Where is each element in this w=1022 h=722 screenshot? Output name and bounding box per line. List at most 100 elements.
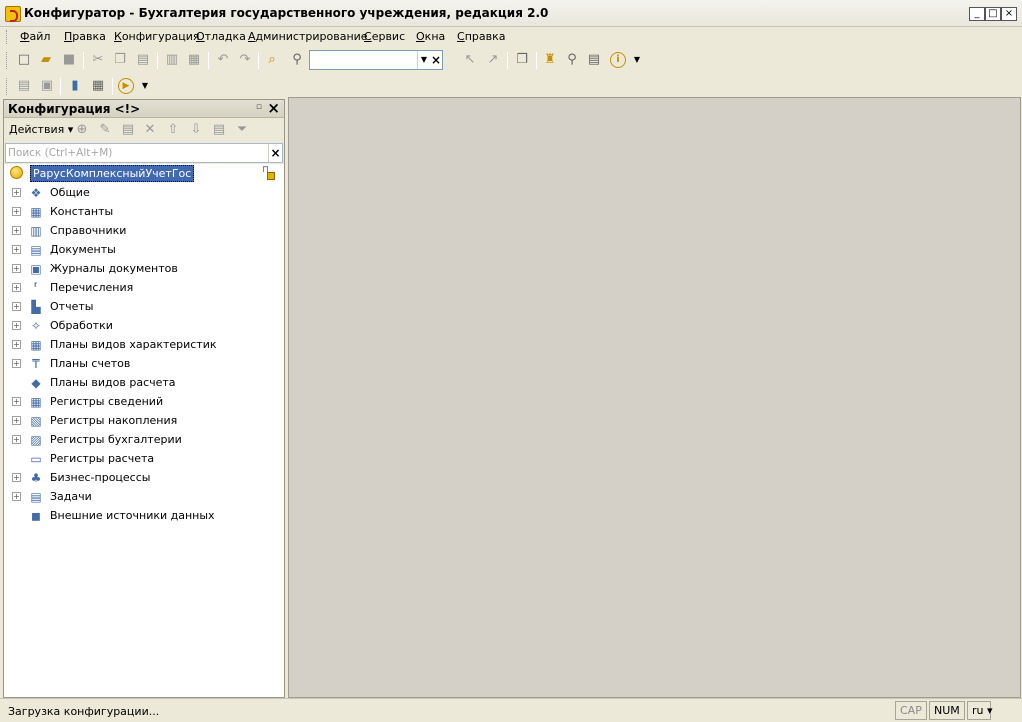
- menu-help[interactable]: Справка: [457, 30, 505, 43]
- expand-icon[interactable]: +: [12, 416, 21, 425]
- toolbar-overflow-icon[interactable]: ▼: [629, 52, 645, 68]
- filter-icon[interactable]: ⏷: [234, 122, 250, 138]
- filter-input[interactable]: [6, 144, 268, 162]
- tree-item[interactable]: ◼ Внешние источники данных: [4, 506, 284, 525]
- tree-item[interactable]: + ▨ Регистры бухгалтерии: [4, 430, 284, 449]
- expand-icon[interactable]: +: [12, 302, 21, 311]
- paste-icon[interactable]: ▤: [135, 52, 151, 68]
- workspace-area[interactable]: [288, 97, 1021, 698]
- tree-item[interactable]: + ₸ Планы счетов: [4, 354, 284, 373]
- tree-item[interactable]: ▭ Регистры расчета: [4, 449, 284, 468]
- about-icon[interactable]: i: [610, 52, 626, 68]
- help-search-icon[interactable]: ⚲: [564, 52, 580, 68]
- find-previous-icon[interactable]: ↖: [462, 52, 478, 68]
- tree-item[interactable]: + ▦ Планы видов характеристик: [4, 335, 284, 354]
- windows-list-icon[interactable]: ❐: [514, 52, 530, 68]
- redo-icon[interactable]: ↷: [237, 52, 253, 68]
- menu-windows[interactable]: Окна: [416, 30, 445, 43]
- copy-item-icon[interactable]: ▤: [120, 122, 136, 138]
- tree-item[interactable]: + ▦ Константы: [4, 202, 284, 221]
- tree-item[interactable]: + ▥ Справочники: [4, 221, 284, 240]
- move-down-icon[interactable]: ⇩: [188, 122, 204, 138]
- sort-icon[interactable]: ▤: [211, 122, 227, 138]
- start-debug-icon[interactable]: ▶: [118, 78, 134, 94]
- tree-root[interactable]: РарусКомплексныйУчетГос ⊓: [4, 164, 284, 183]
- pin-icon[interactable]: ▫: [256, 102, 262, 112]
- expand-icon[interactable]: +: [12, 226, 21, 235]
- syntax-helper-icon[interactable]: ♜: [542, 52, 558, 68]
- panel-close-icon[interactable]: ×: [267, 99, 280, 117]
- menu-file[interactable]: Файл: [20, 30, 50, 43]
- add-icon[interactable]: ⊕: [74, 122, 90, 138]
- print-icon[interactable]: ▥: [164, 52, 180, 68]
- menu-debug[interactable]: Отладка: [196, 30, 246, 43]
- menubar-grip[interactable]: [6, 30, 9, 44]
- app-icon[interactable]: [5, 6, 21, 22]
- print-preview-icon[interactable]: ▦: [186, 52, 202, 68]
- find-next-icon[interactable]: ↗: [485, 52, 501, 68]
- expand-icon[interactable]: +: [12, 359, 21, 368]
- expand-icon[interactable]: +: [12, 492, 21, 501]
- tree-item[interactable]: + ▙ Отчеты: [4, 297, 284, 316]
- open-file-icon[interactable]: ▰: [38, 52, 54, 68]
- expand-icon[interactable]: +: [12, 340, 21, 349]
- search-dropdown-icon[interactable]: ▼: [417, 51, 430, 69]
- tree-item-label: Перечисления: [50, 281, 134, 294]
- search-clear-icon[interactable]: ×: [430, 51, 442, 69]
- expand-icon[interactable]: +: [12, 207, 21, 216]
- close-button[interactable]: ×: [1001, 7, 1017, 21]
- tree-item[interactable]: + ❖ Общие: [4, 183, 284, 202]
- filter-clear-icon[interactable]: ×: [268, 144, 282, 162]
- status-bar: Загрузка конфигурации... CAP NUM ru ▾: [0, 698, 1022, 722]
- save-icon[interactable]: ■: [61, 52, 77, 68]
- expand-icon[interactable]: +: [12, 435, 21, 444]
- cut-icon[interactable]: ✂: [90, 52, 106, 68]
- expand-icon[interactable]: +: [12, 473, 21, 482]
- tree-root-label[interactable]: РарусКомплексныйУчетГос: [30, 165, 195, 182]
- tree-item[interactable]: + ▦ Регистры сведений: [4, 392, 284, 411]
- menu-administration[interactable]: Администрирование: [248, 30, 368, 43]
- external-sources-icon: ◼: [31, 509, 41, 523]
- expand-icon[interactable]: +: [12, 397, 21, 406]
- tree-item[interactable]: + ♣ Бизнес-процессы: [4, 468, 284, 487]
- menu-service[interactable]: Сервис: [364, 30, 405, 43]
- search-icon[interactable]: ⚲: [289, 52, 305, 68]
- new-file-icon[interactable]: □: [16, 52, 32, 68]
- expand-icon[interactable]: +: [12, 245, 21, 254]
- open-config-icon[interactable]: ▦: [90, 78, 106, 94]
- copy-icon[interactable]: ❐: [112, 52, 128, 68]
- language-selector[interactable]: ru ▾: [967, 701, 993, 720]
- edit-icon[interactable]: ✎: [97, 122, 113, 138]
- tree-item[interactable]: + ▣ Журналы документов: [4, 259, 284, 278]
- expand-icon[interactable]: +: [12, 264, 21, 273]
- minimize-button[interactable]: _: [969, 7, 985, 21]
- tree-item[interactable]: + ⸢ Перечисления: [4, 278, 284, 297]
- db-config-icon[interactable]: ▤: [16, 78, 32, 94]
- tree-item[interactable]: + ▤ Задачи: [4, 487, 284, 506]
- tree-item[interactable]: + ▧ Регистры накопления: [4, 411, 284, 430]
- tree-item[interactable]: + ▤ Документы: [4, 240, 284, 259]
- toolbar-overflow-icon[interactable]: ▼: [137, 78, 153, 94]
- toolbar-grip[interactable]: [6, 52, 9, 69]
- find-in-files-icon[interactable]: ⌕: [264, 52, 280, 68]
- undo-icon[interactable]: ↶: [215, 52, 231, 68]
- toolbar-grip[interactable]: [6, 78, 9, 95]
- maximize-button[interactable]: □: [985, 7, 1001, 21]
- menu-configuration[interactable]: Конфигурация: [114, 30, 200, 43]
- compare-config-icon[interactable]: ▣: [39, 78, 55, 94]
- menu-edit[interactable]: Правка: [64, 30, 106, 43]
- expand-icon[interactable]: +: [12, 321, 21, 330]
- toolbar-separator: [258, 52, 259, 69]
- move-up-icon[interactable]: ⇧: [165, 122, 181, 138]
- delete-icon[interactable]: ✕: [142, 122, 158, 138]
- expand-icon[interactable]: +: [12, 283, 21, 292]
- tree-item[interactable]: ◆ Планы видов расчета: [4, 373, 284, 392]
- tree-item-label: Документы: [50, 243, 116, 256]
- actions-menu-button[interactable]: Действия ▾: [9, 123, 73, 136]
- tree-item[interactable]: + ✧ Обработки: [4, 316, 284, 335]
- calculation-plans-icon: ◆: [31, 376, 41, 390]
- help-contents-icon[interactable]: ▤: [586, 52, 602, 68]
- search-combo[interactable]: ▼ ×: [309, 50, 443, 70]
- update-db-icon[interactable]: ▮: [67, 78, 83, 94]
- expand-icon[interactable]: +: [12, 188, 21, 197]
